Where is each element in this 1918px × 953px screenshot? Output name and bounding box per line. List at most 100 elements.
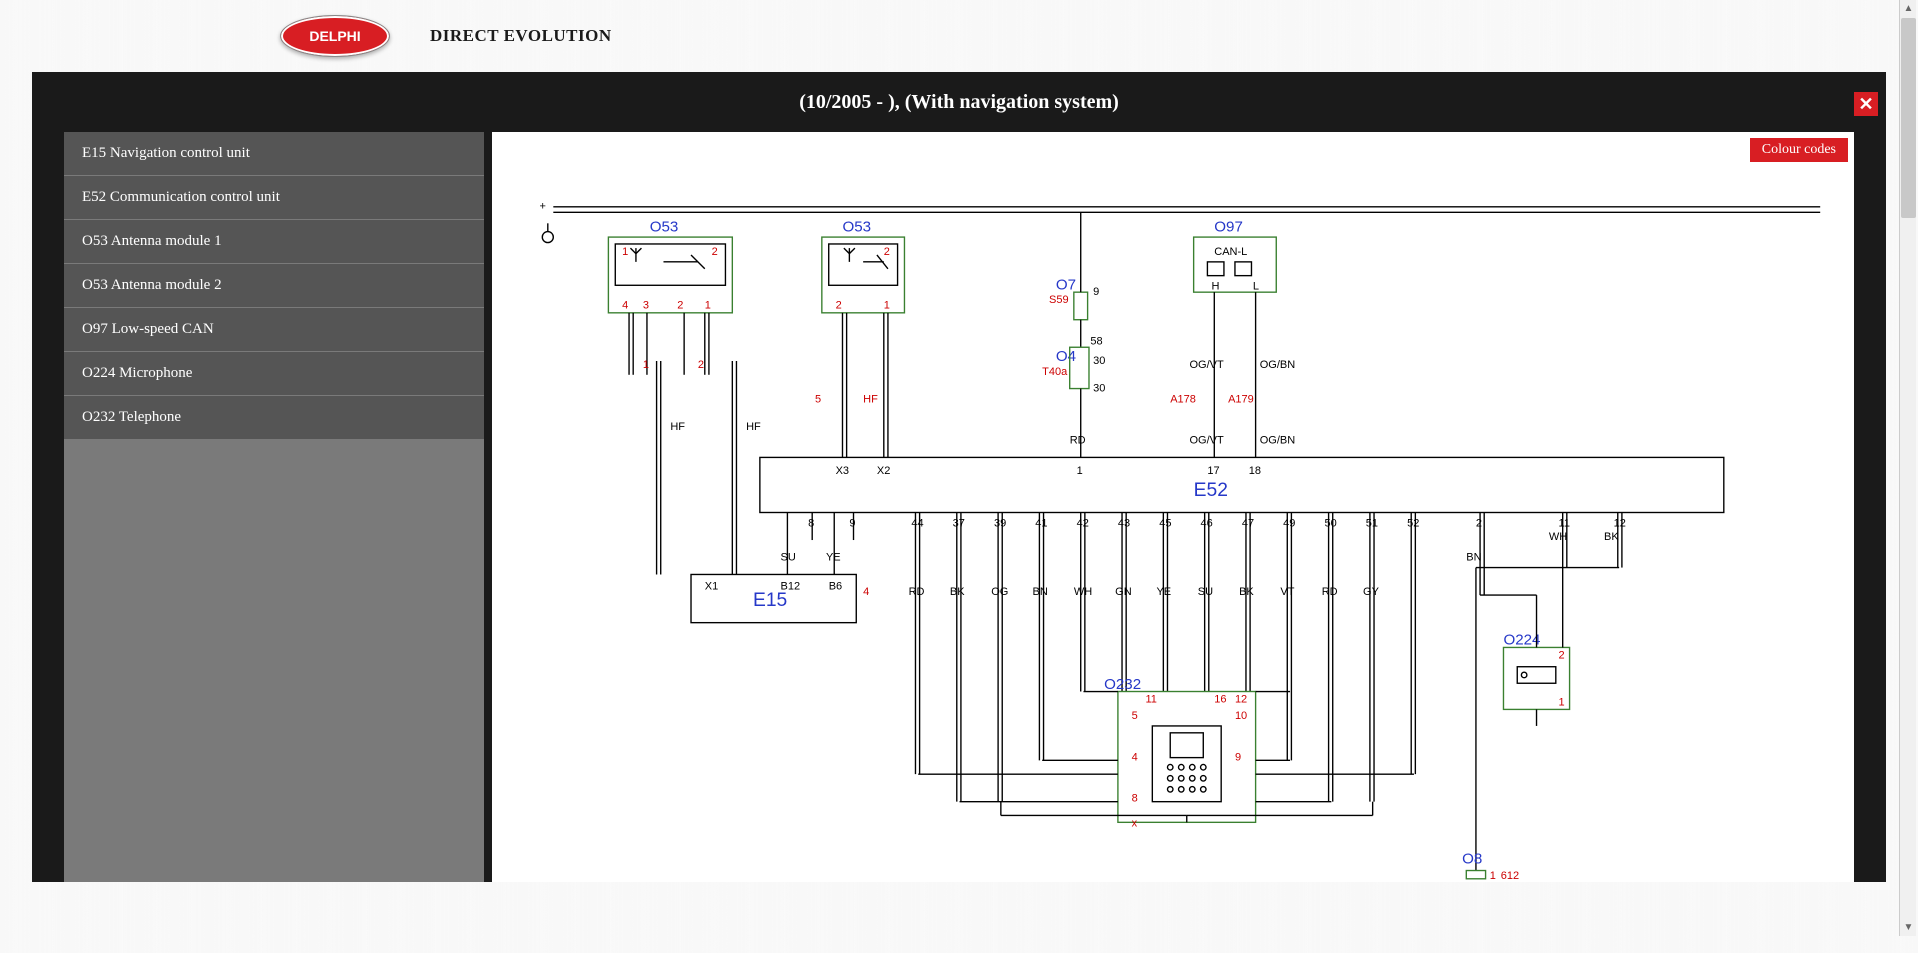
svg-text:16: 16: [1214, 694, 1226, 706]
svg-text:9: 9: [849, 517, 855, 529]
svg-text:1: 1: [1077, 465, 1083, 477]
sidebar-item-o232[interactable]: O232 Telephone: [64, 396, 484, 440]
svg-text:O97: O97: [1214, 219, 1243, 236]
svg-text:2: 2: [698, 359, 704, 371]
svg-text:H: H: [1212, 280, 1220, 292]
svg-text:E15: E15: [753, 590, 787, 611]
svg-text:O232: O232: [1104, 676, 1141, 693]
svg-text:HF: HF: [863, 393, 878, 405]
scroll-up-icon[interactable]: ▲: [1900, 0, 1917, 17]
svg-text:OG/BN: OG/BN: [1260, 359, 1296, 371]
svg-text:BK: BK: [1239, 586, 1254, 598]
svg-text:1: 1: [1559, 696, 1565, 708]
scroll-thumb[interactable]: [1901, 18, 1916, 218]
svg-text:RD: RD: [909, 586, 925, 598]
colour-codes-button[interactable]: Colour codes: [1750, 138, 1848, 162]
diagram-panel: Colour codes + O53 1 2 4 3 2: [492, 132, 1854, 882]
svg-text:11: 11: [1145, 694, 1156, 706]
sidebar: E15 Navigation control unit E52 Communic…: [64, 132, 484, 882]
svg-text:17: 17: [1207, 465, 1219, 477]
svg-text:45: 45: [1159, 517, 1171, 529]
svg-text:B12: B12: [781, 581, 801, 593]
svg-text:37: 37: [953, 517, 965, 529]
svg-text:43: 43: [1118, 517, 1130, 529]
svg-text:O53: O53: [842, 219, 871, 236]
svg-text:5: 5: [815, 393, 821, 405]
svg-text:1: 1: [643, 359, 649, 371]
svg-text:46: 46: [1201, 517, 1213, 529]
svg-text:HF: HF: [670, 421, 685, 433]
svg-text:O53: O53: [650, 219, 679, 236]
svg-text:X1: X1: [705, 581, 718, 593]
svg-text:WH: WH: [1074, 586, 1092, 598]
wiring-diagram[interactable]: + O53 1 2 4 3 2 1: [512, 182, 1834, 953]
svg-text:2: 2: [1476, 517, 1482, 529]
svg-text:HF: HF: [746, 421, 761, 433]
svg-text:42: 42: [1077, 517, 1089, 529]
svg-text:OG/VT: OG/VT: [1190, 435, 1225, 447]
svg-text:A179: A179: [1228, 393, 1254, 405]
svg-text:10: 10: [1235, 710, 1247, 722]
product-name: DIRECT EVOLUTION: [430, 26, 612, 46]
svg-text:30: 30: [1093, 382, 1105, 394]
sidebar-item-o53-1[interactable]: O53 Antenna module 1: [64, 220, 484, 264]
svg-text:1: 1: [884, 300, 890, 312]
sidebar-item-o97[interactable]: O97 Low-speed CAN: [64, 308, 484, 352]
svg-text:8: 8: [808, 517, 814, 529]
svg-text:49: 49: [1283, 517, 1295, 529]
svg-text:4: 4: [1132, 751, 1138, 763]
svg-text:39: 39: [994, 517, 1006, 529]
svg-text:2: 2: [712, 246, 718, 258]
sidebar-item-e15[interactable]: E15 Navigation control unit: [64, 132, 484, 176]
svg-text:VT: VT: [1280, 586, 1294, 598]
svg-text:SU: SU: [1198, 586, 1213, 598]
svg-text:8: 8: [1132, 793, 1138, 805]
svg-text:S59: S59: [1049, 294, 1069, 306]
svg-text:30: 30: [1093, 355, 1105, 367]
page-title: (10/2005 - ), (With navigation system): [799, 91, 1119, 114]
svg-text:RD: RD: [1070, 435, 1086, 447]
svg-text:BK: BK: [950, 586, 965, 598]
content-area: E15 Navigation control unit E52 Communic…: [32, 132, 1886, 882]
svg-text:BK: BK: [1604, 531, 1619, 543]
svg-text:GY: GY: [1363, 586, 1380, 598]
svg-text:2: 2: [1559, 649, 1565, 661]
sidebar-item-o224[interactable]: O224 Microphone: [64, 352, 484, 396]
svg-text:L: L: [1253, 280, 1259, 292]
vertical-scrollbar[interactable]: ▲ ▼: [1899, 0, 1916, 936]
svg-text:OG/BN: OG/BN: [1260, 435, 1296, 447]
svg-text:OG/VT: OG/VT: [1190, 359, 1225, 371]
svg-text:41: 41: [1035, 517, 1047, 529]
title-bar: (10/2005 - ), (With navigation system) ✕: [32, 72, 1886, 132]
svg-text:47: 47: [1242, 517, 1254, 529]
main-panel: (10/2005 - ), (With navigation system) ✕…: [32, 72, 1886, 882]
close-button[interactable]: ✕: [1854, 92, 1878, 116]
sidebar-item-o53-2[interactable]: O53 Antenna module 2: [64, 264, 484, 308]
app-header: DELPHI DIRECT EVOLUTION: [0, 0, 1918, 72]
svg-text:50: 50: [1324, 517, 1336, 529]
svg-text:11: 11: [1559, 517, 1570, 529]
svg-text:YE: YE: [826, 552, 841, 564]
svg-text:4: 4: [863, 586, 869, 598]
svg-text:4: 4: [622, 300, 628, 312]
svg-text:RD: RD: [1322, 586, 1338, 598]
svg-text:CAN-L: CAN-L: [1214, 246, 1247, 258]
svg-text:51: 51: [1366, 517, 1378, 529]
svg-text:52: 52: [1407, 517, 1419, 529]
svg-text:T40a: T40a: [1042, 366, 1068, 378]
scroll-down-icon[interactable]: ▼: [1900, 919, 1917, 936]
svg-text:GN: GN: [1115, 586, 1132, 598]
svg-text:9: 9: [1235, 751, 1241, 763]
svg-text:BN: BN: [1033, 586, 1048, 598]
svg-text:SU: SU: [781, 552, 796, 564]
svg-text:58: 58: [1090, 335, 1102, 347]
svg-text:1: 1: [705, 300, 711, 312]
svg-text:44: 44: [911, 517, 923, 529]
svg-text:A178: A178: [1170, 393, 1196, 405]
svg-text:2: 2: [836, 300, 842, 312]
close-icon: ✕: [1858, 94, 1873, 115]
svg-text:OG: OG: [991, 586, 1008, 598]
svg-text:O8: O8: [1462, 851, 1482, 868]
sidebar-item-e52[interactable]: E52 Communication control unit: [64, 176, 484, 220]
svg-text:O4: O4: [1056, 348, 1076, 365]
